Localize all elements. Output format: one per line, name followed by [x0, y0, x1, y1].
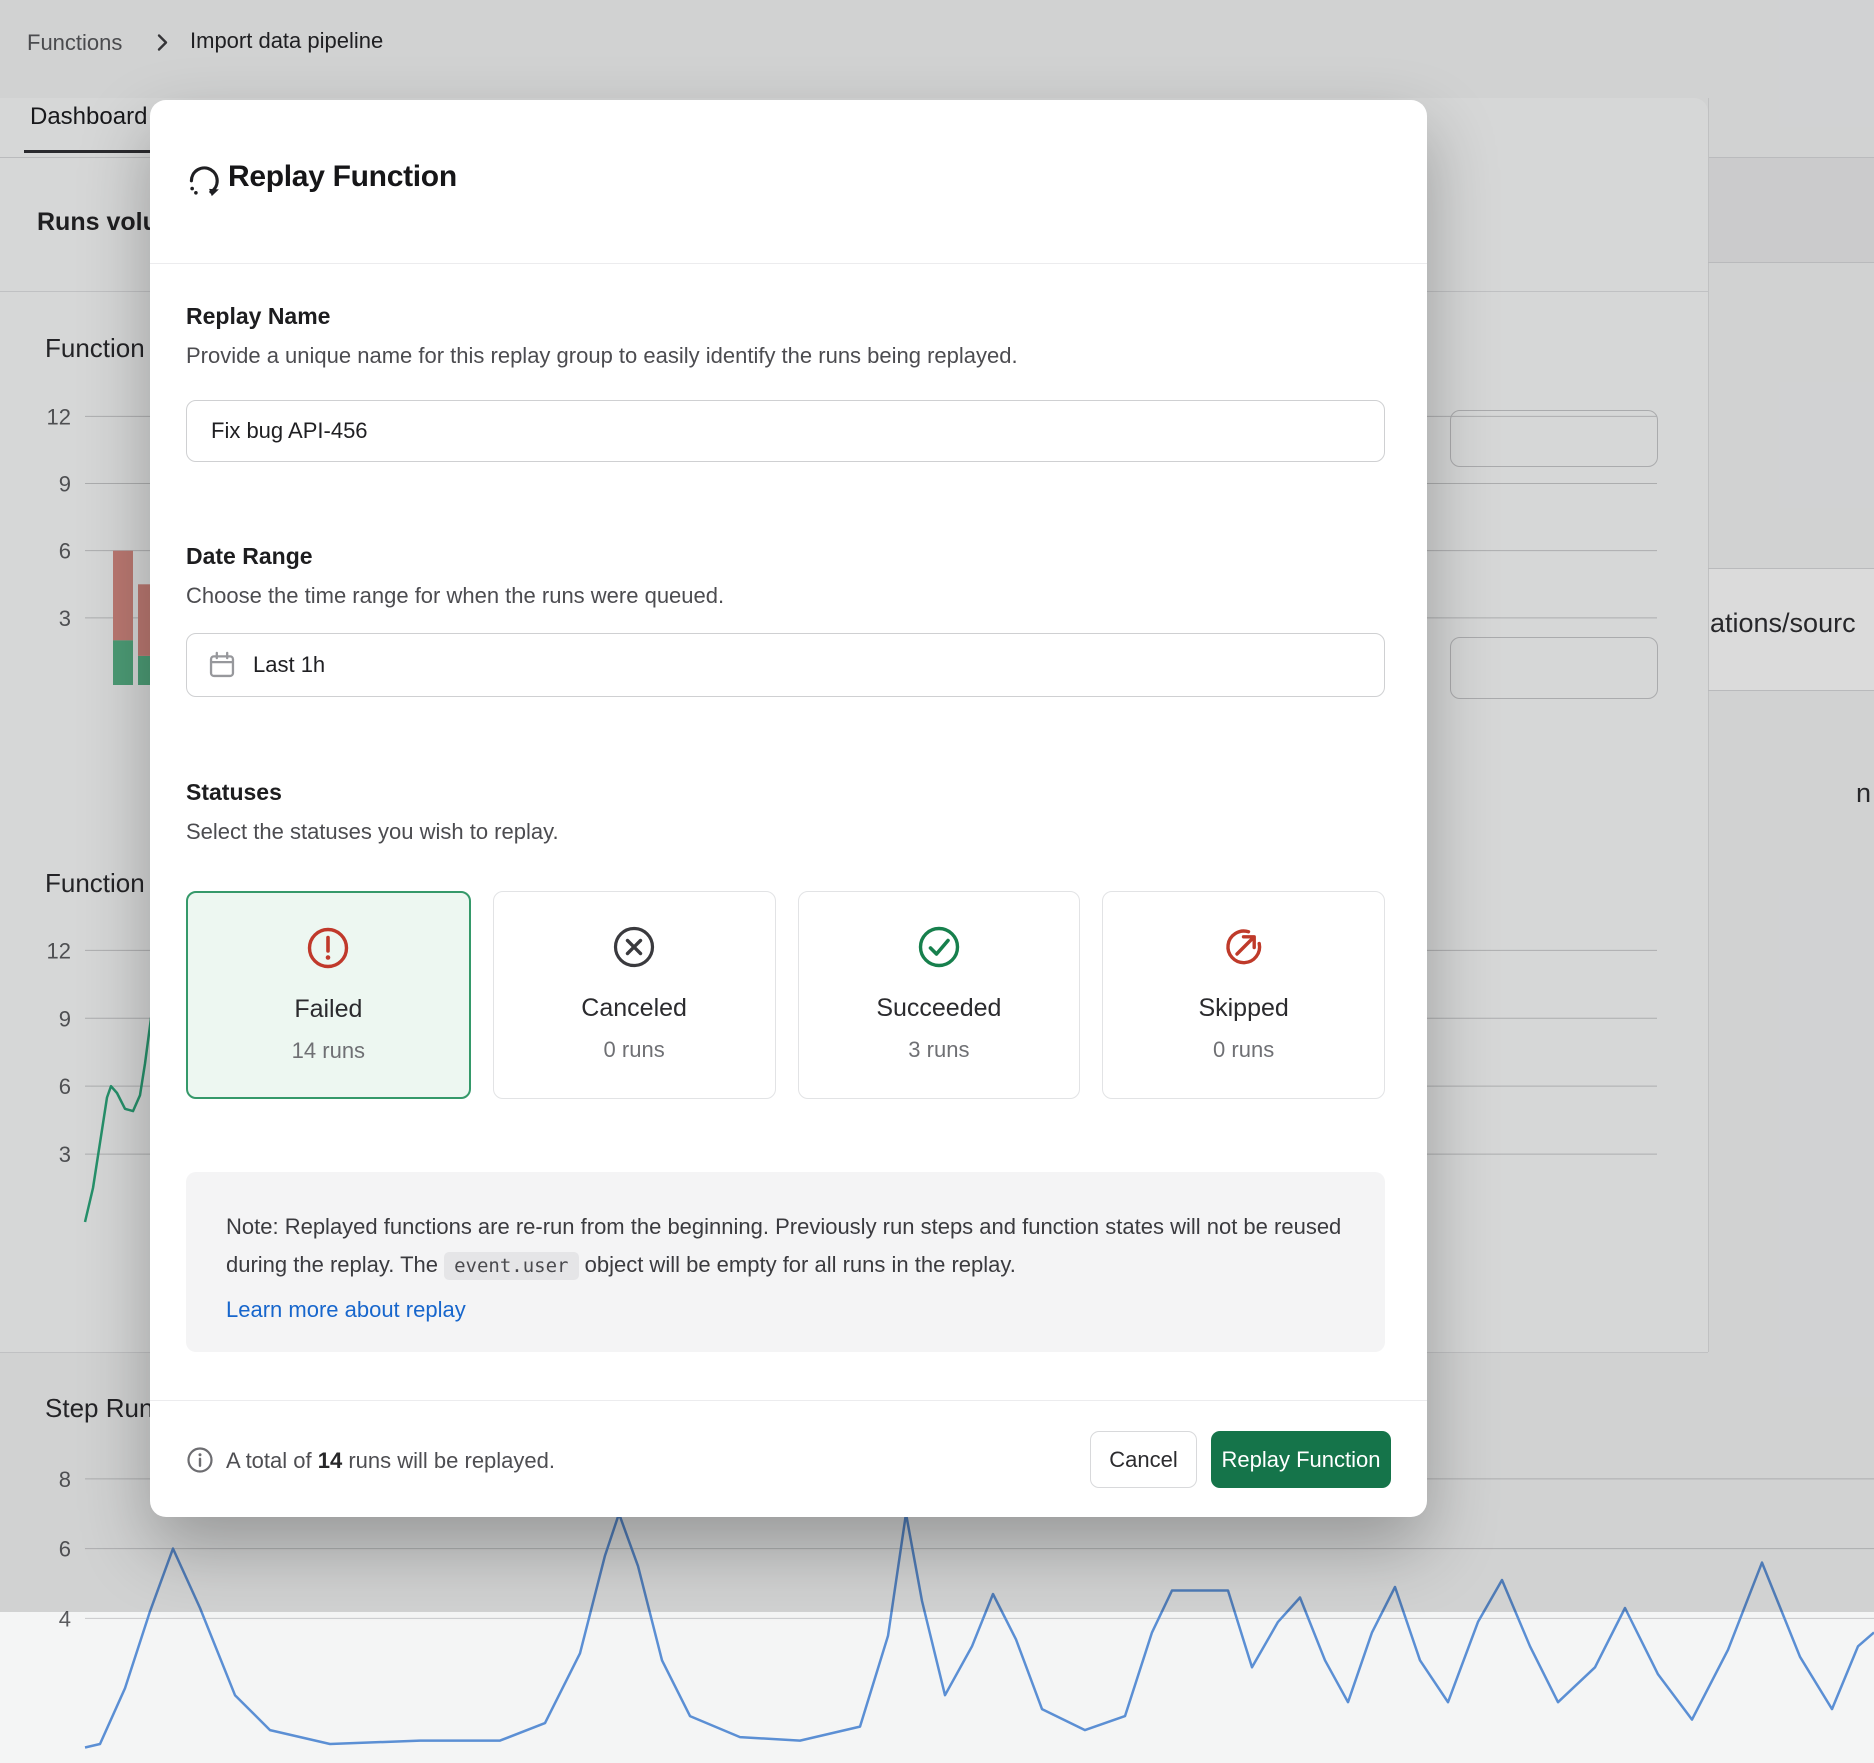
- date-range-picker[interactable]: Last 1h: [186, 633, 1385, 697]
- status-name: Failed: [294, 995, 362, 1024]
- date-range-description: Choose the time range for when the runs …: [186, 583, 724, 609]
- status-card-failed[interactable]: Failed 14 runs: [186, 891, 471, 1099]
- status-name: Succeeded: [876, 994, 1001, 1023]
- date-range-label: Date Range: [186, 543, 313, 570]
- date-range-value: Last 1h: [253, 652, 325, 678]
- statuses-description: Select the statuses you wish to replay.: [186, 819, 559, 845]
- replay-function-modal: Replay Function Replay Name Provide a un…: [150, 100, 1427, 1517]
- code-chip: event.user: [444, 1252, 578, 1280]
- note-text-suffix: object will be empty for all runs in the…: [579, 1252, 1016, 1277]
- status-card-skipped[interactable]: Skipped 0 runs: [1102, 891, 1385, 1099]
- status-card-succeeded[interactable]: Succeeded 3 runs: [798, 891, 1081, 1099]
- status-run-count: 14 runs: [292, 1038, 365, 1064]
- replay-name-input[interactable]: [186, 400, 1385, 462]
- replay-summary: A total of 14 runs will be replayed.: [226, 1448, 555, 1474]
- status-run-count: 0 runs: [604, 1037, 665, 1063]
- statuses-label: Statuses: [186, 779, 282, 806]
- replay-name-label: Replay Name: [186, 303, 330, 330]
- status-card-canceled[interactable]: Canceled 0 runs: [493, 891, 776, 1099]
- info-icon: [186, 1446, 214, 1479]
- skip-arrow-icon: [1221, 924, 1267, 970]
- learn-more-link[interactable]: Learn more about replay: [226, 1291, 466, 1329]
- replay-name-description: Provide a unique name for this replay gr…: [186, 343, 1018, 369]
- check-circle-icon: [916, 924, 962, 970]
- status-run-count: 0 runs: [1213, 1037, 1274, 1063]
- status-cards-row: Failed 14 runs Canceled 0 runs Succee: [186, 891, 1385, 1099]
- replay-count: 14: [318, 1448, 342, 1473]
- cancel-circle-icon: [611, 924, 657, 970]
- calendar-icon: [207, 650, 237, 680]
- status-name: Canceled: [581, 994, 687, 1023]
- replay-function-button[interactable]: Replay Function: [1211, 1431, 1391, 1488]
- status-name: Skipped: [1198, 994, 1288, 1023]
- modal-title: Replay Function: [228, 160, 457, 194]
- cancel-button[interactable]: Cancel: [1090, 1431, 1197, 1488]
- replay-note: Note: Replayed functions are re-run from…: [186, 1172, 1385, 1352]
- status-run-count: 3 runs: [908, 1037, 969, 1063]
- header-divider: [150, 263, 1427, 264]
- footer-divider: [150, 1400, 1427, 1401]
- replay-icon: [186, 164, 222, 205]
- alert-circle-icon: [305, 925, 351, 971]
